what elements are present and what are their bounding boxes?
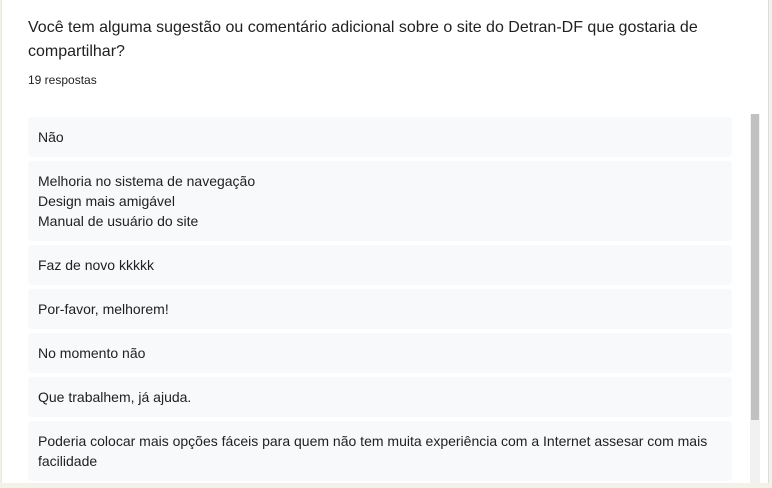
response-item: Melhoria no sistema de navegação Design … [28,161,732,241]
response-item: Faz de novo kkkkk [28,245,732,285]
response-count: 19 respostas [28,73,97,87]
response-item: Por-favor, melhorem! [28,289,732,329]
question-title: Você tem alguma sugestão ou comentário a… [28,19,698,60]
scrollbar-thumb[interactable] [751,114,759,420]
question-card: Você tem alguma sugestão ou comentário a… [1,0,769,483]
response-item: Poderia colocar mais opções fáceis para … [28,421,732,481]
response-item: Não [28,117,732,157]
response-list[interactable]: Não Melhoria no sistema de navegação Des… [28,117,732,483]
response-item: Que trabalhem, já ajuda. [28,377,732,417]
response-item: No momento não [28,333,732,373]
scrollbar-track[interactable] [750,114,760,483]
